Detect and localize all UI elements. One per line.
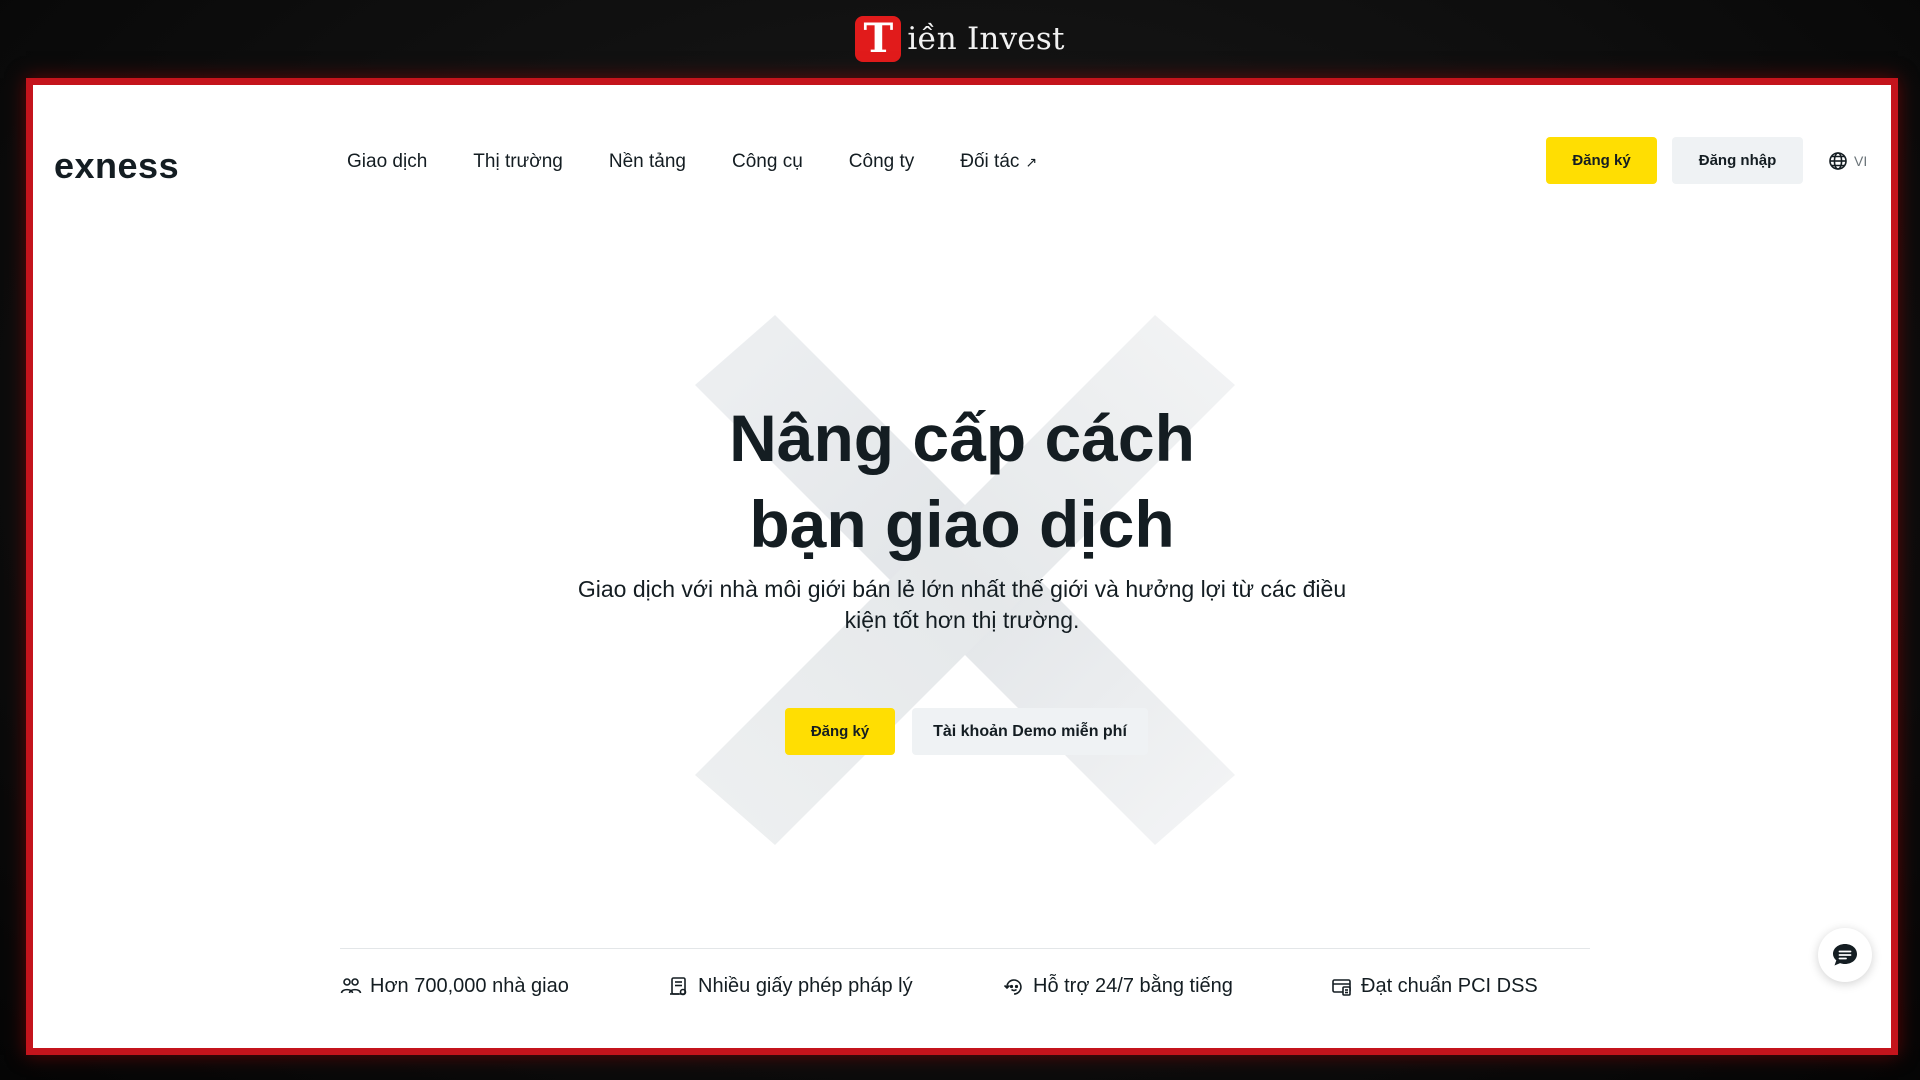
nav-item-cong-cu[interactable]: Công cụ [732, 151, 803, 173]
hero-subtitle: Giao dịch với nhà môi giới bán lẻ lớn nh… [577, 576, 1347, 633]
nav-item-nen-tang[interactable]: Nền tảng [609, 151, 686, 173]
feature-label: Đạt chuẩn PCI DSS [1361, 975, 1538, 997]
globe-icon [1829, 152, 1847, 170]
brand-text: iền Invest [907, 21, 1065, 57]
main-nav: Giao dịch Thị trường Nền tảng Công cụ Cô… [347, 151, 1083, 173]
nav-item-label: Thị trường [473, 151, 563, 172]
feature-label: Hỗ trợ 24/7 bằng tiếng [1033, 975, 1233, 997]
tien-invest-logo: T iền Invest [855, 16, 1064, 62]
external-link-icon: ↗ [1025, 153, 1038, 170]
hero-signup-button[interactable]: Đăng ký [785, 708, 895, 755]
site-header: exness Giao dịch Thị trường Nền tảng Côn… [33, 85, 1891, 215]
brand-bar: T iền Invest [0, 0, 1920, 78]
screenshot-frame: exness Giao dịch Thị trường Nền tảng Côn… [26, 78, 1898, 1055]
feature-licenses: Nhiều giấy phép pháp lý [668, 975, 913, 998]
nav-item-label: Đối tác [960, 151, 1020, 172]
nav-item-label: Giao dịch [347, 151, 428, 172]
hero-title-line-2: bạn giao dịch [749, 487, 1175, 561]
users-icon [340, 977, 362, 993]
support-icon [1003, 978, 1022, 995]
language-selector[interactable]: VI [1828, 151, 1867, 171]
nav-item-doi-tac[interactable]: Đối tác ↗ [960, 151, 1037, 173]
feature-label: Hơn 700,000 nhà giao [370, 975, 569, 997]
demo-account-button[interactable]: Tài khoản Demo miễn phí [912, 708, 1148, 755]
hero-title-line-1: Nâng cấp cách [729, 401, 1195, 475]
nav-item-cong-ty[interactable]: Công ty [849, 151, 914, 173]
card-security-icon [1332, 978, 1351, 996]
nav-item-label: Công cụ [732, 151, 803, 172]
nav-item-label: Nền tảng [608, 151, 686, 172]
nav-item-thi-truong[interactable]: Thị trường [473, 151, 563, 173]
hero-title: Nâng cấp cách bạn giao dịch [33, 395, 1891, 567]
features-divider [340, 948, 1590, 949]
brand-mark: T [855, 16, 902, 62]
chat-icon [1833, 944, 1857, 966]
exness-logo[interactable]: exness [54, 145, 179, 187]
header-login-button[interactable]: Đăng nhập [1672, 137, 1803, 184]
nav-item-label: Công ty [848, 151, 915, 172]
feature-label: Nhiều giấy phép pháp lý [698, 975, 913, 997]
features-bar: Hơn 700,000 nhà giao Nhiều giấy phép phá… [340, 975, 1590, 1015]
license-icon [670, 976, 687, 995]
feature-support: Hỗ trợ 24/7 bằng tiếng [1003, 975, 1233, 998]
header-signup-button[interactable]: Đăng ký [1546, 137, 1657, 184]
feature-traders: Hơn 700,000 nhà giao [340, 975, 569, 998]
live-chat-button[interactable] [1818, 928, 1872, 982]
language-code: VI [1854, 153, 1868, 169]
exness-page: exness Giao dịch Thị trường Nền tảng Côn… [33, 85, 1891, 1048]
feature-pci: Đạt chuẩn PCI DSS [1331, 975, 1538, 998]
nav-item-giao-dich[interactable]: Giao dịch [347, 151, 427, 173]
